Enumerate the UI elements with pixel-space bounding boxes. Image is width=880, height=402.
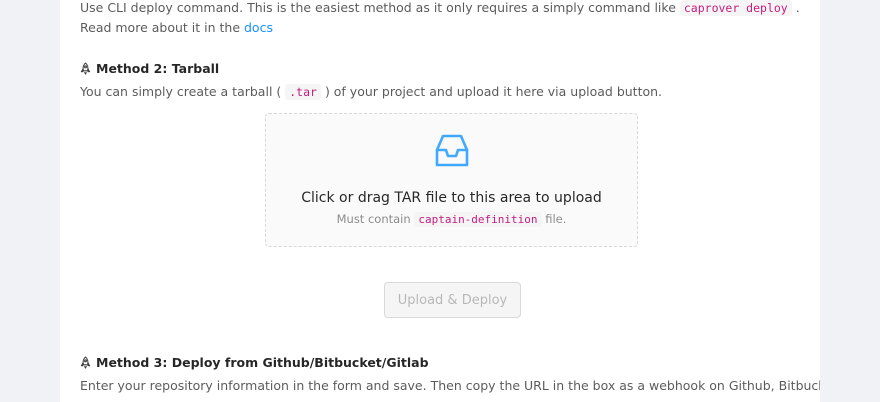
captain-definition-code: captain-definition [414,212,542,227]
inbox-icon [435,134,468,167]
method1-description: Use CLI deploy command. This is the easi… [80,0,800,37]
tar-upload-dropzone[interactable]: Click or drag TAR file to this area to u… [265,113,638,247]
method2-title-row: Method 2: Tarball [80,61,800,76]
method2-desc-after: ) of your project and upload it here via… [324,84,663,99]
dropzone-main-text: Click or drag TAR file to this area to u… [301,190,602,206]
method3-description: Enter your repository information in the… [80,378,820,393]
cli-command-code: caprover deploy [679,0,792,16]
method2-desc-before: You can simply create a tarball ( [80,84,282,99]
rocket-icon [80,356,91,369]
method1-text-before: Use CLI deploy command. This is the easi… [80,0,676,15]
dropzone-hint-after: file. [545,212,567,226]
docs-link[interactable]: docs [244,20,273,35]
method2-description: You can simply create a tarball ( .tar )… [80,82,800,102]
dropzone-hint-before: Must contain [336,212,411,226]
method3-title: Method 3: Deploy from Github/Bitbucket/G… [96,355,429,370]
method2-title: Method 2: Tarball [96,61,220,76]
upload-deploy-button[interactable]: Upload & Deploy [384,282,521,318]
tar-extension-code: .tar [285,84,321,100]
method3-title-row: Method 3: Deploy from Github/Bitbucket/G… [80,355,800,370]
dropzone-hint: Must contain captain-definition file. [266,212,637,227]
deploy-card: Use CLI deploy command. This is the easi… [60,0,820,402]
rocket-icon [80,62,91,75]
